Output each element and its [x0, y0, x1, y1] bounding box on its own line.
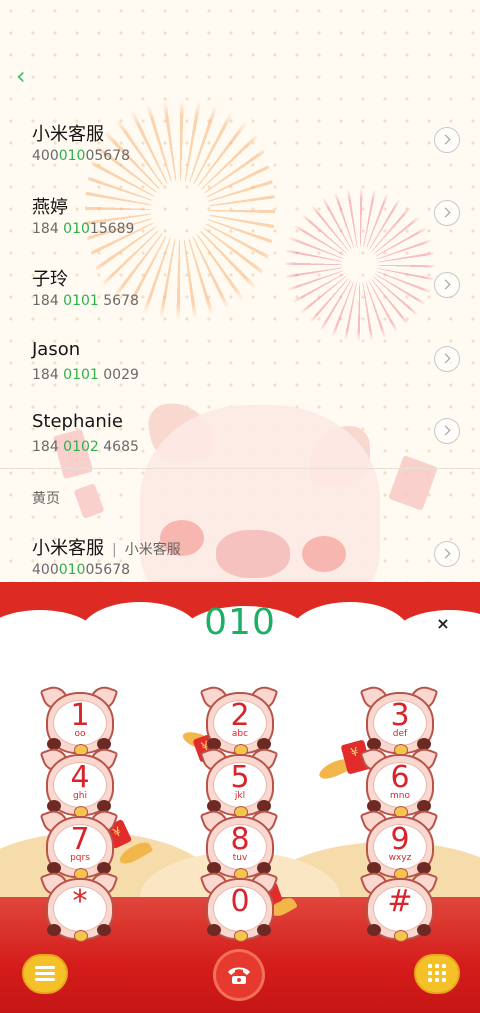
chevron-right-icon[interactable] [434, 418, 460, 444]
contact-row[interactable]: Stephanie 184 0102 4685 [0, 411, 480, 475]
red-envelope-decoration [73, 483, 105, 519]
menu-icon[interactable] [22, 954, 68, 994]
key-9[interactable]: 9 wxyz [359, 806, 439, 880]
key-6[interactable]: 6 mno [359, 744, 439, 818]
key-letters: tuv [232, 853, 248, 863]
key-digit: 0 [230, 884, 250, 919]
dialer-screen: ‹ 小米客服 40001005678 燕婷 184 01015689 子玲 18… [0, 0, 480, 1013]
key-4[interactable]: 4 ghi [39, 744, 119, 818]
contact-number: 184 01015689 [32, 221, 135, 237]
key-digit: * [72, 884, 88, 919]
key-3[interactable]: 3 def [359, 682, 439, 756]
key-1[interactable]: 1 oo [39, 682, 119, 756]
back-arrow-icon[interactable]: ‹ [16, 62, 40, 90]
chevron-right-icon[interactable] [434, 127, 460, 153]
contact-name: 小米客服 [32, 124, 104, 145]
key-hash[interactable]: # [359, 868, 439, 942]
contact-name: 燕婷 [32, 197, 68, 218]
contact-row[interactable]: 燕婷 184 01015689 [0, 193, 480, 257]
contact-number: 184 0102 4685 [32, 439, 139, 455]
chevron-right-icon[interactable] [434, 541, 460, 567]
chevron-right-icon[interactable] [434, 200, 460, 226]
key-letters: mno [390, 791, 410, 801]
chevron-right-icon[interactable] [434, 346, 460, 372]
key-letters: jkl [234, 791, 246, 801]
contact-number: 184 0101 0029 [32, 367, 139, 383]
contact-name: Stephanie [32, 411, 123, 432]
key-letters: oo [74, 729, 86, 739]
key-digit: # [387, 884, 413, 919]
key-5[interactable]: 5 jkl [199, 744, 279, 818]
key-letters: wxyz [388, 853, 412, 863]
key-star[interactable]: * [39, 868, 119, 942]
key-letters: abc [231, 729, 249, 739]
call-button[interactable] [216, 952, 262, 998]
contact-name: Jason [32, 339, 81, 360]
key-letters: ghi [73, 791, 87, 801]
contact-number: 40001005678 [32, 148, 131, 164]
key-0[interactable]: 0 [199, 868, 279, 942]
key-7[interactable]: 7 pqrs [39, 806, 119, 880]
contact-row[interactable]: Jason 184 0101 0029 [0, 339, 480, 403]
business-number: 40001005678 [32, 562, 131, 578]
clear-icon[interactable]: × [433, 614, 453, 634]
contact-name: 子玲 [32, 269, 68, 290]
business-name: 小米客服 | 小米客服 [32, 538, 181, 559]
keypad-grid-icon[interactable] [414, 954, 460, 994]
search-results-area: ‹ 小米客服 40001005678 燕婷 184 01015689 子玲 18… [0, 0, 480, 600]
chevron-right-icon[interactable] [434, 272, 460, 298]
dialed-number: 010 [204, 602, 276, 643]
yellow-pages-label: 黄页 [32, 491, 60, 507]
key-letters: pqrs [70, 853, 90, 863]
key-letters: def [392, 729, 408, 739]
phone-handset-icon [228, 967, 250, 984]
contact-row[interactable]: 小米客服 40001005678 [0, 120, 480, 184]
contact-number: 184 0101 5678 [32, 293, 139, 309]
key-8[interactable]: 8 tuv [199, 806, 279, 880]
contact-row[interactable]: 子玲 184 0101 5678 [0, 265, 480, 329]
key-2[interactable]: 2 abc [199, 682, 279, 756]
